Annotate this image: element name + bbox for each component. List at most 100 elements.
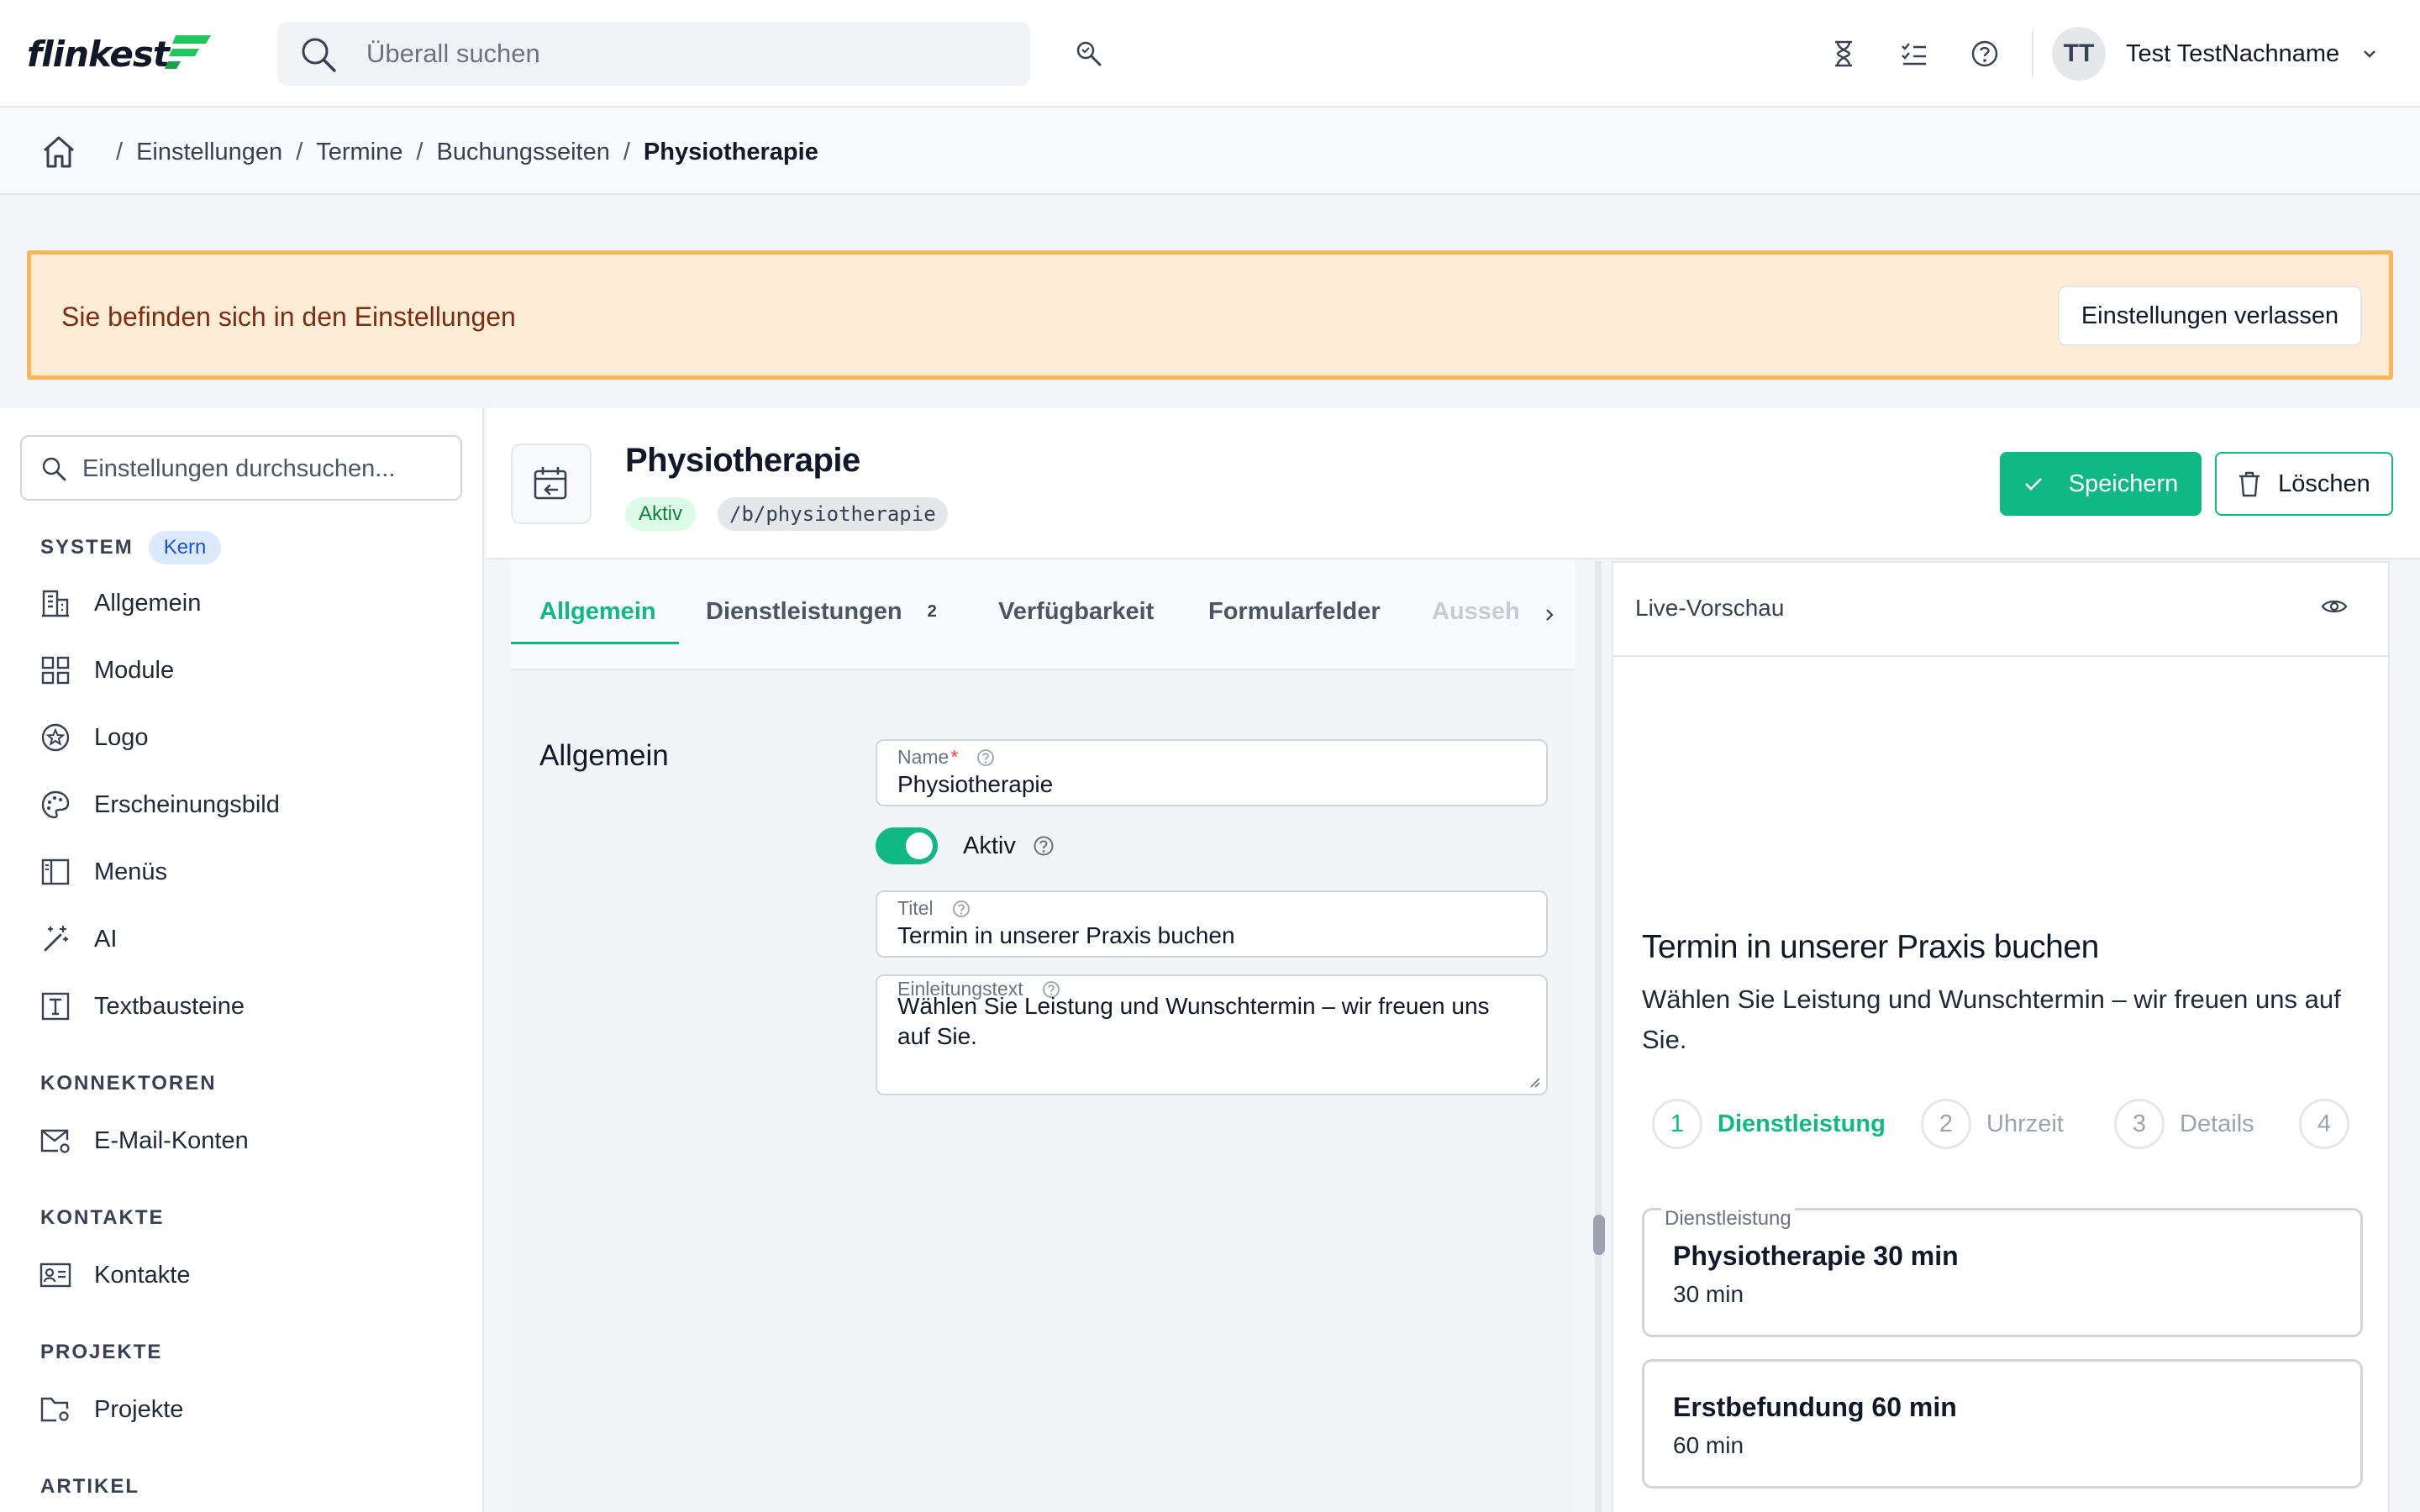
settings-search-input[interactable] xyxy=(82,450,452,487)
breadcrumb-separator: / xyxy=(623,138,630,165)
sidebar-item-label: Erscheinungsbild xyxy=(94,790,280,818)
step-dienstleistung[interactable]: 1 Dienstleistung xyxy=(1652,1099,1886,1149)
delete-button-label: Löschen xyxy=(2278,470,2370,497)
settings-search[interactable] xyxy=(20,435,462,501)
tab-verfuegbarkeit[interactable]: Verfügbarkeit xyxy=(998,586,1154,637)
section-artikel: ARTIKEL xyxy=(40,1475,139,1499)
kern-badge: Kern xyxy=(148,531,222,564)
service-duration: 60 min xyxy=(1673,1432,1744,1458)
trash-icon xyxy=(2239,471,2260,497)
intro-field-value: Wählen Sie Leistung und Wunschtermin – w… xyxy=(897,993,1490,1049)
sidebar-item-allgemein[interactable]: Allgemein xyxy=(39,583,201,623)
sidebar-item-label: E-Mail-Konten xyxy=(94,1126,249,1154)
user-name: Test TestNachname xyxy=(2126,39,2340,67)
active-toggle[interactable] xyxy=(876,827,938,864)
panel-resize-handle[interactable] xyxy=(1593,1215,1605,1255)
step-4[interactable]: 4 xyxy=(2299,1099,2349,1149)
name-field[interactable]: Name * Physiotherapie xyxy=(876,739,1548,806)
step-uhrzeit[interactable]: 2 Uhrzeit xyxy=(1921,1099,2064,1149)
active-toggle-label: Aktiv xyxy=(963,832,1016,859)
app-logo[interactable]: flinkest xyxy=(27,30,213,77)
service-duration: 30 min xyxy=(1673,1281,1744,1307)
folder-settings-icon xyxy=(39,1393,72,1426)
field-label-text: Titel xyxy=(897,897,934,919)
contact-card-icon xyxy=(39,1258,72,1292)
help-icon[interactable] xyxy=(952,900,971,918)
sidebar-item-label: Module xyxy=(94,656,175,684)
form-panel: Allgemein Dienstleistungen 2 Verfügbarke… xyxy=(511,561,1575,1512)
slug-badge: /b/physiotherapie xyxy=(718,497,948,531)
sidebar-layout-icon xyxy=(39,855,72,889)
sidebar-item-logo[interactable]: Logo xyxy=(39,717,149,758)
tab-dienstleistungen[interactable]: Dienstleistungen 2 xyxy=(706,586,937,637)
hourglass-icon[interactable] xyxy=(1827,37,1860,71)
resize-handle-icon[interactable] xyxy=(1528,1075,1541,1089)
delete-button[interactable]: Löschen xyxy=(2215,452,2393,516)
sidebar-item-projekte[interactable]: Projekte xyxy=(39,1389,183,1430)
task-list-icon[interactable] xyxy=(1897,37,1931,71)
advanced-search-icon[interactable] xyxy=(1072,37,1106,71)
calendar-import-icon xyxy=(511,444,592,524)
user-menu[interactable]: TT Test TestNachname xyxy=(2052,27,2378,81)
title-field-value: Termin in unserer Praxis buchen xyxy=(897,922,1235,948)
tab-formularfelder[interactable]: Formularfelder xyxy=(1208,586,1381,637)
sidebar-item-textbausteine[interactable]: Textbausteine xyxy=(39,986,245,1026)
search-icon xyxy=(40,455,67,482)
field-label-text: Name xyxy=(897,746,950,768)
help-icon[interactable] xyxy=(976,748,995,767)
sidebar-item-label: AI xyxy=(94,925,118,953)
tab-allgemein[interactable]: Allgemein xyxy=(539,586,656,637)
breadcrumb-einstellungen[interactable]: Einstellungen xyxy=(136,139,282,166)
service-option-card[interactable]: Dienstleistung Physiotherapie 30 min 30 … xyxy=(1642,1207,2363,1337)
active-toggle-row: Aktiv xyxy=(876,827,1055,865)
global-search[interactable] xyxy=(277,22,1030,86)
breadcrumb: / Einstellungen / Termine / Buchungsseit… xyxy=(40,133,818,171)
logo-mark-icon xyxy=(164,35,211,69)
step-number: 2 xyxy=(1921,1099,1971,1149)
tab-label: Allgemein xyxy=(539,597,656,625)
intro-text-field[interactable]: Einleitungstext Wählen Sie Leistung und … xyxy=(876,974,1548,1095)
help-icon[interactable] xyxy=(1033,835,1055,857)
save-button[interactable]: Speichern xyxy=(2000,452,2202,516)
service-name: Erstbefundung 60 min xyxy=(1673,1392,1957,1422)
sidebar-item-label: Menüs xyxy=(94,858,168,885)
step-label: Dienstleistung xyxy=(1718,1110,1886,1137)
settings-sidebar: SYSTEM Kern Allgemein Module Logo Ersche… xyxy=(0,408,484,1512)
sidebar-item-kontakte[interactable]: Kontakte xyxy=(39,1255,190,1295)
global-search-input[interactable] xyxy=(366,34,1005,74)
sidebar-item-erscheinungsbild[interactable]: Erscheinungsbild xyxy=(39,785,280,825)
section-kontakte: KONTAKTE xyxy=(40,1206,165,1230)
sidebar-item-module[interactable]: Module xyxy=(39,650,174,690)
palette-icon xyxy=(39,788,72,822)
magic-wand-icon xyxy=(39,922,72,956)
chevron-right-icon[interactable] xyxy=(1533,598,1566,632)
section-konnektoren: KONNEKTOREN xyxy=(40,1072,217,1095)
section-system: SYSTEM Kern xyxy=(40,531,222,564)
step-details[interactable]: 3 Details xyxy=(2114,1099,2254,1149)
tab-bar: Allgemein Dienstleistungen 2 Verfügbarke… xyxy=(511,561,1575,670)
breadcrumb-buchungsseiten[interactable]: Buchungsseiten xyxy=(436,139,609,166)
service-option-card[interactable]: Erstbefundung 60 min 60 min xyxy=(1642,1359,2363,1488)
service-legend: Dienstleistung xyxy=(1661,1207,1795,1231)
grid-icon xyxy=(39,654,72,687)
breadcrumb-termine[interactable]: Termine xyxy=(316,139,402,166)
leave-settings-button[interactable]: Einstellungen verlassen xyxy=(2058,286,2362,346)
sidebar-item-ai[interactable]: AI xyxy=(39,919,117,959)
text-box-icon xyxy=(39,990,72,1023)
section-title: PROJEKTE xyxy=(40,1341,163,1363)
eye-icon[interactable] xyxy=(2321,593,2348,620)
sidebar-item-menues[interactable]: Menüs xyxy=(39,852,167,892)
preview-title: Live-Vorschau xyxy=(1635,595,1785,621)
name-field-label: Name * xyxy=(897,746,995,769)
help-icon[interactable] xyxy=(1968,37,2002,71)
title-field-label: Titel xyxy=(897,897,971,920)
preview-header: Live-Vorschau xyxy=(1613,563,2388,657)
sidebar-item-e-mail-konten[interactable]: E-Mail-Konten xyxy=(39,1121,249,1161)
topbar-divider xyxy=(2032,30,2033,77)
title-field[interactable]: Titel Termin in unserer Praxis buchen xyxy=(876,890,1548,958)
search-icon xyxy=(299,35,338,74)
tab-label: Formularfelder xyxy=(1208,597,1381,625)
tab-aussehen[interactable]: Ausseh xyxy=(1432,586,1520,637)
tab-count: 2 xyxy=(927,601,937,621)
home-icon[interactable] xyxy=(40,134,77,171)
